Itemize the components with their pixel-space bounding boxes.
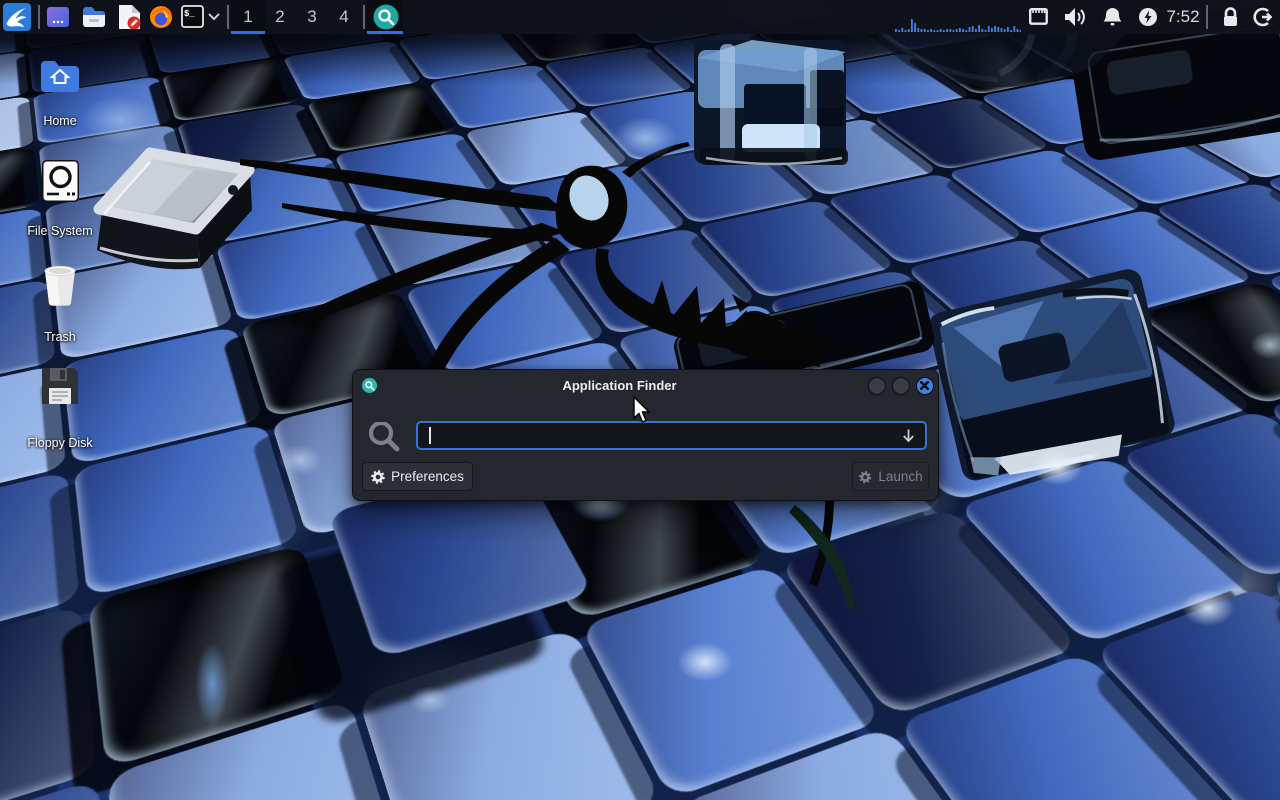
svg-text:$_: $_ (184, 9, 195, 19)
